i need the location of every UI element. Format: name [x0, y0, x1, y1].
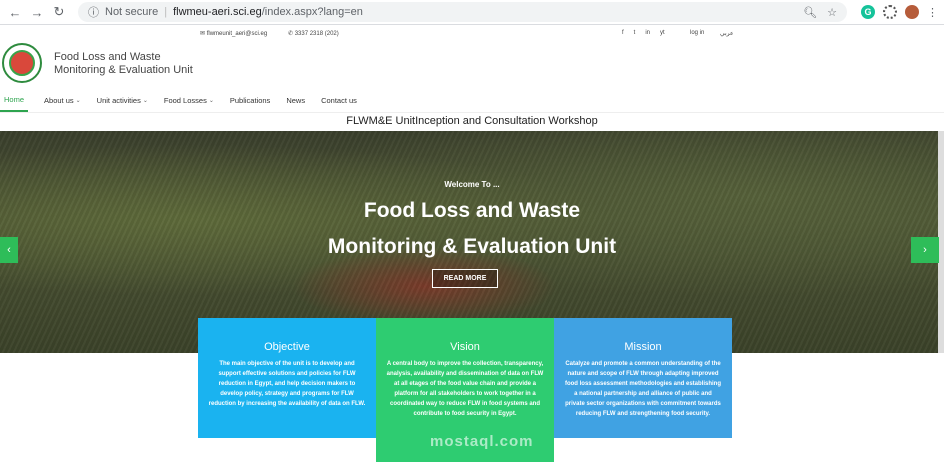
bookmark-star-icon[interactable]: ☆ — [827, 6, 837, 19]
logo-emblem — [9, 50, 35, 76]
phone-text: 3337 2318 (202) — [294, 30, 339, 37]
objective-title: Objective — [264, 341, 310, 353]
hero-title-line1: Food Loss and Waste — [363, 199, 581, 222]
grammarly-extension-icon[interactable]: G — [861, 5, 875, 19]
browser-menu-icon[interactable]: ⋮ — [927, 6, 938, 19]
watermark: mostaql.com — [430, 433, 534, 450]
site-header: Food Loss and Waste Monitoring & Evaluat… — [0, 41, 944, 89]
youtube-icon[interactable]: yt — [660, 30, 665, 36]
separator: | — [164, 6, 168, 18]
language-switch-link[interactable]: عربي — [720, 30, 734, 37]
mission-title: Mission — [624, 341, 662, 353]
chevron-down-icon: ⌄ — [208, 98, 214, 104]
nav-item-home[interactable]: Home — [0, 89, 29, 112]
slider-next-button[interactable]: › — [911, 237, 939, 263]
news-ticker[interactable]: FLWM&E UnitInception and Consultation Wo… — [0, 113, 944, 129]
objective-card: Objective The main objective of the unit… — [198, 318, 376, 438]
url-host: flwmeu-aeri.sci.eg — [173, 6, 262, 18]
site-logo[interactable] — [2, 43, 42, 83]
email-text: flwmeunit_aeri@sci.eg — [206, 30, 268, 37]
profile-avatar[interactable] — [905, 5, 919, 19]
hero-title-line2: Monitoring & Evaluation Unit — [327, 235, 617, 258]
slider-prev-button[interactable]: ‹ — [0, 237, 18, 263]
objective-text: The main objective of the unit is to dev… — [208, 361, 366, 407]
nav-label: Food Losses — [163, 96, 207, 105]
contact-email[interactable]: ✉ flwmeunit_aeri@sci.eg — [200, 30, 267, 37]
browser-toolbar: ← → ↻ ⓘ Not secure | flwmeu-aeri.sci.eg … — [0, 0, 944, 25]
mission-card: Mission Catalyze and promote a common un… — [554, 318, 732, 438]
site-title-line2: Monitoring & Evaluation Unit — [54, 64, 193, 76]
read-more-button[interactable]: READ MORE — [432, 269, 498, 288]
site-title-line1: Food Loss and Waste — [54, 51, 161, 63]
mission-text: Catalyze and promote a common understand… — [564, 361, 722, 417]
nav-label: Unit activities — [96, 96, 141, 105]
info-icon[interactable]: ⓘ — [88, 4, 99, 20]
top-info-bar: ✉ flwmeunit_aeri@sci.eg ✆ 3337 2318 (202… — [0, 25, 944, 41]
nav-item-about-us[interactable]: About us ⌄ — [38, 89, 81, 112]
nav-item-news[interactable]: News — [280, 89, 305, 112]
contact-phone: ✆ 3337 2318 (202) — [288, 30, 339, 37]
forward-icon[interactable]: → — [28, 3, 46, 21]
nav-label: News — [286, 96, 306, 105]
hero-welcome: Welcome To ... — [444, 180, 500, 189]
nav-label: About us — [44, 96, 74, 105]
nav-item-publications[interactable]: Publications — [224, 89, 270, 112]
social-links: f t in yt — [622, 30, 665, 36]
extension-icon[interactable] — [883, 5, 897, 19]
nav-label: Home — [4, 95, 25, 104]
zoom-icon[interactable]: 🔍︎ — [803, 6, 817, 19]
vision-text: A central body to improve the collection… — [386, 361, 544, 417]
instagram-icon[interactable]: in — [645, 30, 650, 36]
nav-item-food-losses[interactable]: Food Losses ⌄ — [158, 89, 214, 112]
hero-title: Food Loss and Waste Monitoring & Evaluat… — [0, 193, 944, 265]
vision-title: Vision — [450, 341, 480, 353]
nav-item-unit-activities[interactable]: Unit activities ⌄ — [91, 89, 148, 112]
nav-item-contact-us[interactable]: Contact us — [315, 89, 357, 112]
facebook-icon[interactable]: f — [622, 30, 624, 36]
address-bar[interactable]: ⓘ Not secure | flwmeu-aeri.sci.eg /index… — [78, 2, 847, 22]
nav-label: Publications — [229, 96, 271, 105]
login-link[interactable]: log in — [690, 30, 704, 36]
chevron-down-icon: ⌄ — [75, 98, 81, 104]
chevron-down-icon: ⌄ — [142, 98, 148, 104]
security-label: Not secure — [105, 6, 159, 18]
back-icon[interactable]: ← — [6, 3, 24, 21]
main-nav: Home About us ⌄ Unit activities ⌄ Food Los… — [0, 89, 944, 113]
reload-icon[interactable]: ↻ — [50, 3, 68, 21]
url-path: /index.aspx?lang=en — [261, 6, 363, 18]
nav-label: Contact us — [321, 96, 357, 105]
site-title[interactable]: Food Loss and Waste Monitoring & Evaluat… — [54, 51, 193, 77]
twitter-icon[interactable]: t — [634, 30, 636, 36]
